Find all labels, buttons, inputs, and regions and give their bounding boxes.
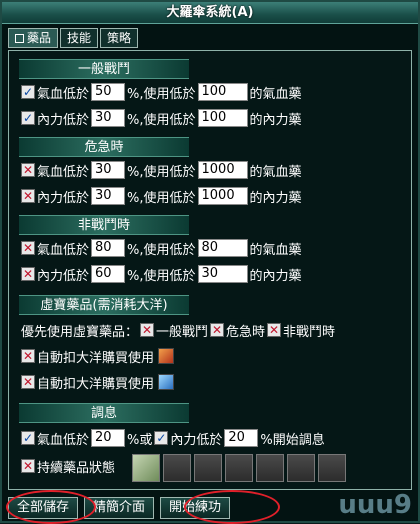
- danger-hp-percent-input[interactable]: 30: [91, 161, 126, 179]
- noncombat-hp-suffix: 的氣血藥: [249, 242, 302, 258]
- keep-status-checkbox[interactable]: ✕: [21, 459, 35, 473]
- combat-mp-row: ✓ 內力低於 30 %,使用低於 100 的內力藥: [21, 107, 302, 129]
- noncombat-hp-percent-input[interactable]: 80: [91, 239, 126, 257]
- noncombat-hp-checkbox[interactable]: ✕: [21, 241, 35, 255]
- tab-check-icon: [15, 34, 24, 43]
- item-slot[interactable]: [287, 454, 315, 482]
- danger-hp-amount-input[interactable]: 1000: [197, 161, 248, 179]
- combat-hp-amount-input[interactable]: 100: [197, 83, 248, 101]
- hp-potion-icon: [158, 348, 175, 364]
- treasure-danger-checkbox[interactable]: ✕: [210, 323, 225, 337]
- combat-mp-mid: %,使用低於: [127, 112, 196, 128]
- treasure-auto1-checkbox[interactable]: ✕: [21, 349, 35, 363]
- simplify-ui-button[interactable]: 精簡介面: [84, 497, 155, 519]
- danger-mp-mid: %,使用低於: [127, 190, 196, 206]
- treasure-priority-row: 優先使用虛寶藥品： ✕ 一般戰鬥 ✕ 危急時 ✕ 非戰鬥時: [21, 319, 335, 341]
- mp-potion-icon: [158, 374, 175, 390]
- section-treasure: 虛寶藥品(需消耗大洋): [19, 295, 189, 315]
- item-slot[interactable]: [132, 454, 160, 482]
- rest-mp-percent-input[interactable]: 20: [224, 429, 259, 447]
- item-slot[interactable]: [256, 454, 284, 482]
- treasure-combat-checkbox[interactable]: ✕: [140, 323, 155, 337]
- save-all-button[interactable]: 全部儲存: [8, 497, 79, 519]
- watermark-logo: uuu9: [338, 490, 412, 520]
- combat-hp-prefix: 氣血低於: [37, 86, 90, 102]
- tab-skill[interactable]: 技能: [60, 28, 99, 48]
- combat-hp-checkbox[interactable]: ✓: [21, 85, 35, 99]
- rest-hp-percent-input[interactable]: 20: [91, 429, 126, 447]
- section-danger: 危急時: [19, 137, 189, 157]
- combat-mp-checkbox[interactable]: ✓: [21, 111, 35, 125]
- danger-mp-percent-input[interactable]: 30: [91, 187, 126, 205]
- noncombat-mp-row: ✕ 內力低於 60 %,使用低於 30 的內力藥: [21, 263, 302, 285]
- rest-row: ✓ 氣血低於 20 %或 ✓ 內力低於 20 %開始調息: [21, 427, 325, 449]
- danger-mp-row: ✕ 內力低於 30 %,使用低於 1000 的內力藥: [21, 185, 302, 207]
- danger-hp-mid: %,使用低於: [127, 164, 196, 180]
- noncombat-mp-amount-input[interactable]: 30: [197, 265, 248, 283]
- noncombat-hp-amount-input[interactable]: 80: [197, 239, 248, 257]
- tab-strategy[interactable]: 策略: [100, 28, 139, 48]
- treasure-combat-label: 一般戰鬥: [156, 324, 209, 340]
- item-slot[interactable]: [225, 454, 253, 482]
- noncombat-mp-checkbox[interactable]: ✕: [21, 267, 35, 281]
- noncombat-mp-suffix: 的內力藥: [249, 268, 302, 284]
- treasure-danger-label: 危急時: [226, 324, 266, 340]
- combat-hp-mid: %,使用低於: [127, 86, 196, 102]
- noncombat-hp-row: ✕ 氣血低於 80 %,使用低於 80 的氣血藥: [21, 237, 302, 259]
- rest-hp-checkbox[interactable]: ✓: [21, 431, 35, 445]
- treasure-auto1-row: ✕ 自動扣大洋購買使用: [21, 345, 175, 367]
- start-training-button[interactable]: 開始練功: [160, 497, 231, 519]
- window-title: 大羅傘系統(A): [2, 2, 418, 24]
- item-slot-bar: [132, 454, 346, 482]
- danger-mp-checkbox[interactable]: ✕: [21, 189, 35, 203]
- item-slot[interactable]: [163, 454, 191, 482]
- tab-medicine[interactable]: 藥品: [8, 28, 59, 48]
- keep-status-row: ✕ 持續藥品狀態: [21, 455, 115, 477]
- keep-status-label: 持續藥品狀態: [37, 460, 116, 476]
- bottom-button-bar: 全部儲存 精簡介面 開始練功: [8, 496, 231, 520]
- treasure-noncombat-checkbox[interactable]: ✕: [267, 323, 282, 337]
- danger-hp-row: ✕ 氣血低於 30 %,使用低於 1000 的氣血藥: [21, 159, 302, 181]
- combat-mp-suffix: 的內力藥: [249, 112, 302, 128]
- danger-hp-prefix: 氣血低於: [37, 164, 90, 180]
- combat-hp-row: ✓ 氣血低於 50 %,使用低於 100 的氣血藥: [21, 81, 302, 103]
- treasure-noncombat-label: 非戰鬥時: [283, 324, 336, 340]
- treasure-auto2-row: ✕ 自動扣大洋購買使用: [21, 371, 175, 393]
- section-noncombat: 非戰鬥時: [19, 215, 189, 235]
- treasure-auto2-checkbox[interactable]: ✕: [21, 375, 35, 389]
- section-rest: 調息: [19, 403, 189, 423]
- treasure-auto2-label: 自動扣大洋購買使用: [37, 376, 155, 392]
- tab-strategy-label: 策略: [107, 31, 132, 45]
- medicine-panel: 一般戰鬥 ✓ 氣血低於 50 %,使用低於 100 的氣血藥 ✓ 內力低於 30…: [8, 50, 412, 490]
- combat-mp-percent-input[interactable]: 30: [91, 109, 126, 127]
- combat-mp-amount-input[interactable]: 100: [197, 109, 248, 127]
- noncombat-hp-mid: %,使用低於: [127, 242, 196, 258]
- rest-end-label: %開始調息: [260, 432, 325, 448]
- combat-hp-suffix: 的氣血藥: [249, 86, 302, 102]
- rest-hp-prefix: 氣血低於: [37, 432, 90, 448]
- treasure-priority-label: 優先使用虛寶藥品：: [21, 324, 139, 340]
- tab-skill-label: 技能: [67, 31, 92, 45]
- noncombat-mp-prefix: 內力低於: [37, 268, 90, 284]
- danger-hp-suffix: 的氣血藥: [249, 164, 302, 180]
- danger-mp-suffix: 的內力藥: [249, 190, 302, 206]
- combat-mp-prefix: 內力低於: [37, 112, 90, 128]
- noncombat-mp-mid: %,使用低於: [127, 268, 196, 284]
- danger-mp-amount-input[interactable]: 1000: [197, 187, 248, 205]
- noncombat-hp-prefix: 氣血低於: [37, 242, 90, 258]
- rest-mp-checkbox[interactable]: ✓: [154, 431, 169, 445]
- item-slot[interactable]: [318, 454, 346, 482]
- rest-mp-prefix: 內力低於: [170, 432, 223, 448]
- combat-hp-percent-input[interactable]: 50: [91, 83, 126, 101]
- danger-mp-prefix: 內力低於: [37, 190, 90, 206]
- danger-hp-checkbox[interactable]: ✕: [21, 163, 35, 177]
- tab-bar: 藥品 技能 策略: [8, 28, 139, 48]
- noncombat-mp-percent-input[interactable]: 60: [91, 265, 126, 283]
- section-combat: 一般戰鬥: [19, 59, 189, 79]
- tab-medicine-label: 藥品: [27, 31, 52, 45]
- ai-system-window: 大羅傘系統(A) 藥品 技能 策略 一般戰鬥 ✓ 氣血低於 50 %,使用低於 …: [0, 0, 420, 524]
- treasure-auto1-label: 自動扣大洋購買使用: [37, 350, 155, 366]
- item-slot[interactable]: [194, 454, 222, 482]
- rest-or-label: %或: [127, 432, 153, 448]
